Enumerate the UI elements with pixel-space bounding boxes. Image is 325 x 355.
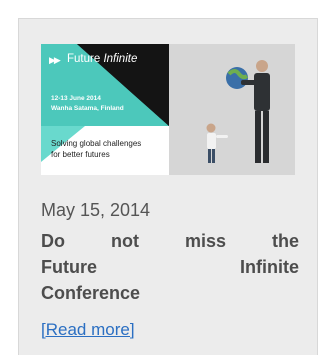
read-more-link[interactable]: [Read more] bbox=[41, 320, 135, 340]
banner-event-date: 12-13 June 2014 bbox=[51, 95, 101, 102]
headline-line-1: Do not miss the bbox=[41, 228, 299, 254]
banner-event-place: Wanha Satama, Finland bbox=[51, 105, 124, 112]
headline-word: Do bbox=[41, 231, 65, 251]
headline-word: Infinite bbox=[240, 257, 299, 277]
banner-slogan-line-1: Solving global challenges bbox=[51, 139, 142, 148]
headline-line-2: Future Infinite bbox=[41, 254, 299, 280]
headline-word: Conference bbox=[41, 283, 141, 303]
banner-slogan-line-2: for better futures bbox=[51, 150, 110, 159]
headline-word: Future bbox=[41, 257, 97, 277]
news-card: ▶▶ Future Infinite 12-13 June 2014 Wanha… bbox=[18, 18, 318, 355]
banner-title-italic: Infinite bbox=[103, 53, 138, 65]
banner-title-plain: Future bbox=[67, 53, 101, 65]
post-date: May 15, 2014 bbox=[41, 200, 151, 220]
event-banner-image[interactable]: ▶▶ Future Infinite 12-13 June 2014 Wanha… bbox=[41, 44, 295, 175]
banner-title: Future Infinite bbox=[67, 53, 137, 65]
headline-word: the bbox=[271, 231, 299, 251]
fast-forward-icon: ▶▶ bbox=[49, 55, 61, 65]
headline-word: not bbox=[110, 231, 139, 251]
post-headline[interactable]: Do not miss the Future Infinite Conferen… bbox=[41, 228, 299, 306]
headline-word: miss bbox=[184, 231, 226, 251]
headline-line-3: Conference bbox=[41, 280, 299, 306]
